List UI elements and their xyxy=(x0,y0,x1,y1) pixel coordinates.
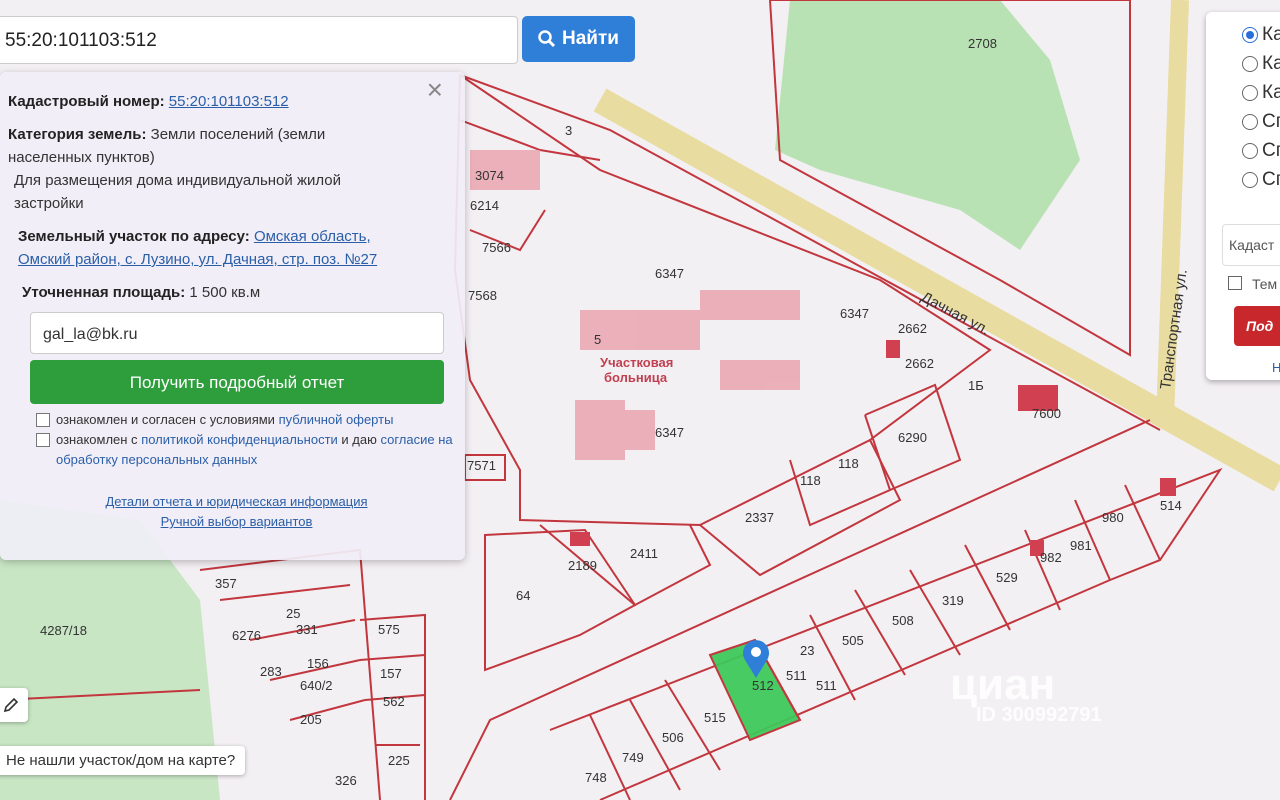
svg-text:1Б: 1Б xyxy=(968,378,984,393)
svg-text:562: 562 xyxy=(383,694,405,709)
svg-text:2411: 2411 xyxy=(630,546,658,561)
svg-text:505: 505 xyxy=(842,633,864,648)
privacy-link[interactable]: политикой конфиденциальности xyxy=(141,432,338,447)
svg-text:2662: 2662 xyxy=(898,321,927,336)
svg-text:7568: 7568 xyxy=(468,288,497,303)
svg-text:640/2: 640/2 xyxy=(300,678,333,693)
svg-text:7600: 7600 xyxy=(1032,406,1061,421)
svg-text:118: 118 xyxy=(838,456,859,471)
svg-text:64: 64 xyxy=(516,588,530,603)
svg-text:Участковая: Участковая xyxy=(600,355,673,370)
address-label: Земельный участок по адресу: xyxy=(18,228,250,245)
close-icon[interactable]: × xyxy=(427,76,443,104)
svg-text:506: 506 xyxy=(662,730,684,745)
area-value: 1 500 кв.м xyxy=(189,284,261,301)
search-input[interactable]: 55:20:101103:512 xyxy=(0,16,518,64)
watermark-id: ID 300992791 xyxy=(976,704,1102,726)
svg-text:157: 157 xyxy=(380,666,402,681)
svg-text:6276: 6276 xyxy=(232,628,261,643)
svg-text:2708: 2708 xyxy=(968,36,997,51)
svg-text:529: 529 xyxy=(996,570,1018,585)
svg-text:515: 515 xyxy=(704,710,726,725)
search-mode-panel: Ка Ка Ка Сп Сп Сп Кадаст Тем Под Н xyxy=(1206,12,1280,380)
radio-option[interactable]: Ка xyxy=(1242,82,1280,111)
svg-text:749: 749 xyxy=(622,750,644,765)
svg-text:6290: 6290 xyxy=(898,430,927,445)
cadastral-input[interactable]: Кадаст xyxy=(1222,224,1280,266)
svg-text:575: 575 xyxy=(378,622,400,637)
svg-text:319: 319 xyxy=(942,593,964,608)
svg-text:514: 514 xyxy=(1160,498,1182,513)
watermark-logo: циан xyxy=(950,660,1056,709)
svg-text:6214: 6214 xyxy=(470,198,499,213)
not-found-button[interactable]: Не нашли участок/дом на карте? xyxy=(0,746,246,775)
svg-text:2662: 2662 xyxy=(905,356,934,371)
svg-text:331: 331 xyxy=(296,622,318,637)
offer-text: ознакомлен и согласен с условиями публич… xyxy=(56,412,394,427)
radio-option[interactable]: Сп xyxy=(1242,169,1280,198)
svg-text:205: 205 xyxy=(300,712,322,727)
svg-text:511: 511 xyxy=(816,678,837,693)
svg-text:982: 982 xyxy=(1040,550,1062,565)
svg-text:511: 511 xyxy=(786,668,807,683)
offer-checkbox[interactable] xyxy=(36,413,50,427)
right-panel-link[interactable]: Н xyxy=(1272,360,1280,375)
svg-text:больница: больница xyxy=(604,370,668,385)
cadastral-label: Кадастровый номер: xyxy=(8,93,165,110)
search-icon xyxy=(538,30,556,48)
svg-text:7571: 7571 xyxy=(467,458,496,473)
svg-text:156: 156 xyxy=(307,656,329,671)
details-link[interactable]: Детали отчета и юридическая информация xyxy=(8,492,465,512)
svg-text:225: 225 xyxy=(388,753,410,768)
svg-text:980: 980 xyxy=(1102,510,1124,525)
privacy-text: ознакомлен с политикой конфиденциальност… xyxy=(56,432,453,467)
submit-button[interactable]: Под xyxy=(1234,306,1280,346)
svg-text:326: 326 xyxy=(335,773,357,788)
svg-text:508: 508 xyxy=(892,613,914,628)
svg-text:6347: 6347 xyxy=(655,425,684,440)
svg-text:3074: 3074 xyxy=(475,168,504,183)
area-label: Уточненная площадь: xyxy=(22,284,186,301)
radio-option[interactable]: Ка xyxy=(1242,24,1280,53)
svg-text:118: 118 xyxy=(800,473,821,488)
manual-select-link[interactable]: Ручной выбор вариантов xyxy=(8,512,465,532)
pencil-icon[interactable] xyxy=(0,688,28,722)
radio-option[interactable]: Ка xyxy=(1242,53,1280,82)
svg-text:5: 5 xyxy=(594,332,601,347)
radio-option[interactable]: Сп xyxy=(1242,140,1280,169)
privacy-checkbox[interactable] xyxy=(36,433,50,447)
svg-text:25: 25 xyxy=(286,606,300,621)
svg-text:2189: 2189 xyxy=(568,558,597,573)
cadastral-number-link[interactable]: 55:20:101103:512 xyxy=(169,93,289,110)
svg-text:512: 512 xyxy=(752,678,774,693)
radio-option[interactable]: Сп xyxy=(1242,111,1280,140)
svg-text:6347: 6347 xyxy=(840,306,869,321)
svg-text:23: 23 xyxy=(800,643,814,658)
svg-text:4287/18: 4287/18 xyxy=(40,623,87,638)
svg-text:6347: 6347 xyxy=(655,266,684,281)
get-report-button[interactable]: Получить подробный отчет xyxy=(30,360,444,404)
find-button[interactable]: Найти xyxy=(522,16,635,62)
svg-text:7566: 7566 xyxy=(482,240,511,255)
email-input[interactable]: gal_la@bk.ru xyxy=(30,312,444,354)
svg-text:981: 981 xyxy=(1070,538,1092,553)
svg-text:283: 283 xyxy=(260,664,282,679)
land-use: Для размещения дома индивидуальной жилой… xyxy=(14,172,341,212)
svg-text:2337: 2337 xyxy=(745,510,774,525)
parcel-info-panel: × Кадастровый номер: 55:20:101103:512 Ка… xyxy=(0,72,465,560)
theme-checkbox[interactable]: Тем xyxy=(1228,276,1280,292)
svg-text:3: 3 xyxy=(565,123,572,138)
category-label: Категория земель: xyxy=(8,126,147,143)
svg-text:748: 748 xyxy=(585,770,607,785)
svg-text:357: 357 xyxy=(215,576,237,591)
offer-link[interactable]: публичной оферты xyxy=(279,412,394,427)
find-button-label: Найти xyxy=(562,28,619,49)
